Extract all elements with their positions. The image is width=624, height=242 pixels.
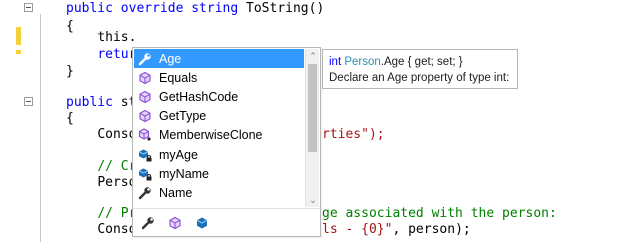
intellisense-popup[interactable]: Age Equals GetHashCode GetType Memberwis… [132,47,321,237]
code-line-9-tail: rties"); [322,127,385,142]
completion-item-label: Name [159,185,193,200]
completion-item-equals[interactable]: Equals [134,68,304,87]
code-line-12: Perso [97,175,137,190]
method-cube-icon [137,89,153,105]
completion-scrollbar[interactable]: ⌃ ⌄ [305,49,319,207]
completion-item-label: myName [159,166,210,181]
completion-item-myage[interactable]: myAge [134,145,304,164]
outline-guide [40,14,41,242]
code-line-15: Conso [97,222,137,237]
code-line-15-tail: ls - {0}", person); [322,222,471,237]
code-line-9: Conso [97,127,137,142]
completion-item-label: MemberwiseClone [159,128,263,143]
code-line-4: retur [97,47,137,62]
wrench-property-icon [137,185,153,201]
method-cube-icon [137,108,153,124]
scroll-down-icon[interactable]: ⌄ [307,194,319,206]
private-field-icon [137,147,153,163]
completion-item-age[interactable]: Age [134,49,304,69]
field-filter-icon[interactable] [193,214,211,232]
scroll-up-icon[interactable]: ⌃ [307,50,319,62]
quickinfo-tooltip: int Person.Age { get; set; } Declare an … [322,49,518,89]
change-indicator [16,27,21,45]
method-cube-icon [137,70,153,86]
completion-item-label: myAge [159,147,198,162]
completion-item-label: Age [159,51,182,66]
private-field-icon [137,166,153,182]
completion-item-gettype[interactable]: GetType [134,107,304,126]
completion-item-label: GetType [159,109,207,124]
tooltip-signature: int Person.Age { get; set; } [329,56,463,68]
completion-item-label: GetHashCode [159,89,239,104]
completion-filter-bar [133,208,320,236]
method-filter-icon[interactable] [166,214,184,232]
code-line-5: } [66,64,74,79]
completion-item-memberwiseclone[interactable]: MemberwiseClone [134,126,304,145]
completion-item-name[interactable]: Name [134,183,304,202]
completion-item-label: Equals [159,70,198,85]
property-filter-icon[interactable] [139,214,157,232]
protected-method-icon [137,127,153,143]
collapse-toggle[interactable] [24,97,33,106]
completion-list[interactable]: Age Equals GetHashCode GetType Memberwis… [134,49,304,207]
code-line-1: public override string ToString() [66,1,325,16]
completion-item-myname[interactable]: myName [134,164,304,183]
scrollbar-thumb[interactable] [308,64,317,152]
collapse-toggle[interactable] [24,3,33,12]
change-indicator [16,50,21,54]
code-line-7: public st [66,95,137,110]
wrench-property-icon [137,51,153,67]
tooltip-description: Declare an Age property of type int: [329,72,510,84]
completion-item-gethashcode[interactable]: GetHashCode [134,87,304,106]
